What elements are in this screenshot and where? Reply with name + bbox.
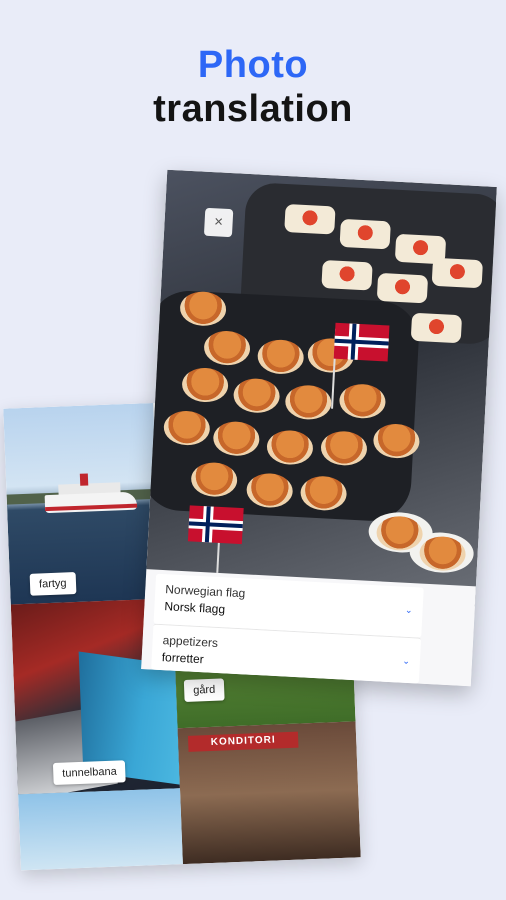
cafe-sign: KONDITORI — [187, 731, 299, 752]
translation-results-panel: Norwegian flag Norsk flagg ⌄ appetizers … — [141, 569, 476, 687]
norwegian-flag-2 — [187, 505, 244, 545]
label-tag-ship: fartyg — [29, 572, 76, 596]
close-button[interactable]: × — [203, 207, 234, 238]
cafe-photo: KONDITORI — [177, 721, 361, 865]
norwegian-flag — [333, 322, 390, 362]
hero-title-line1: Photo — [197, 44, 309, 86]
chevron-down-icon[interactable]: ⌄ — [405, 605, 413, 616]
label-tag-metro: tunnelbana — [52, 760, 127, 786]
chevron-down-icon[interactable]: ⌄ — [402, 656, 410, 667]
label-tag-farm: gård — [183, 678, 225, 702]
ship-photo: fartyg — [3, 402, 161, 605]
sky-photo — [18, 788, 183, 871]
hero-title-line2: translation — [153, 88, 353, 130]
photo-translation-card: × Norwegian flag Norsk flagg ⌄ appetizer… — [141, 169, 497, 687]
food-photo: × — [141, 169, 497, 607]
